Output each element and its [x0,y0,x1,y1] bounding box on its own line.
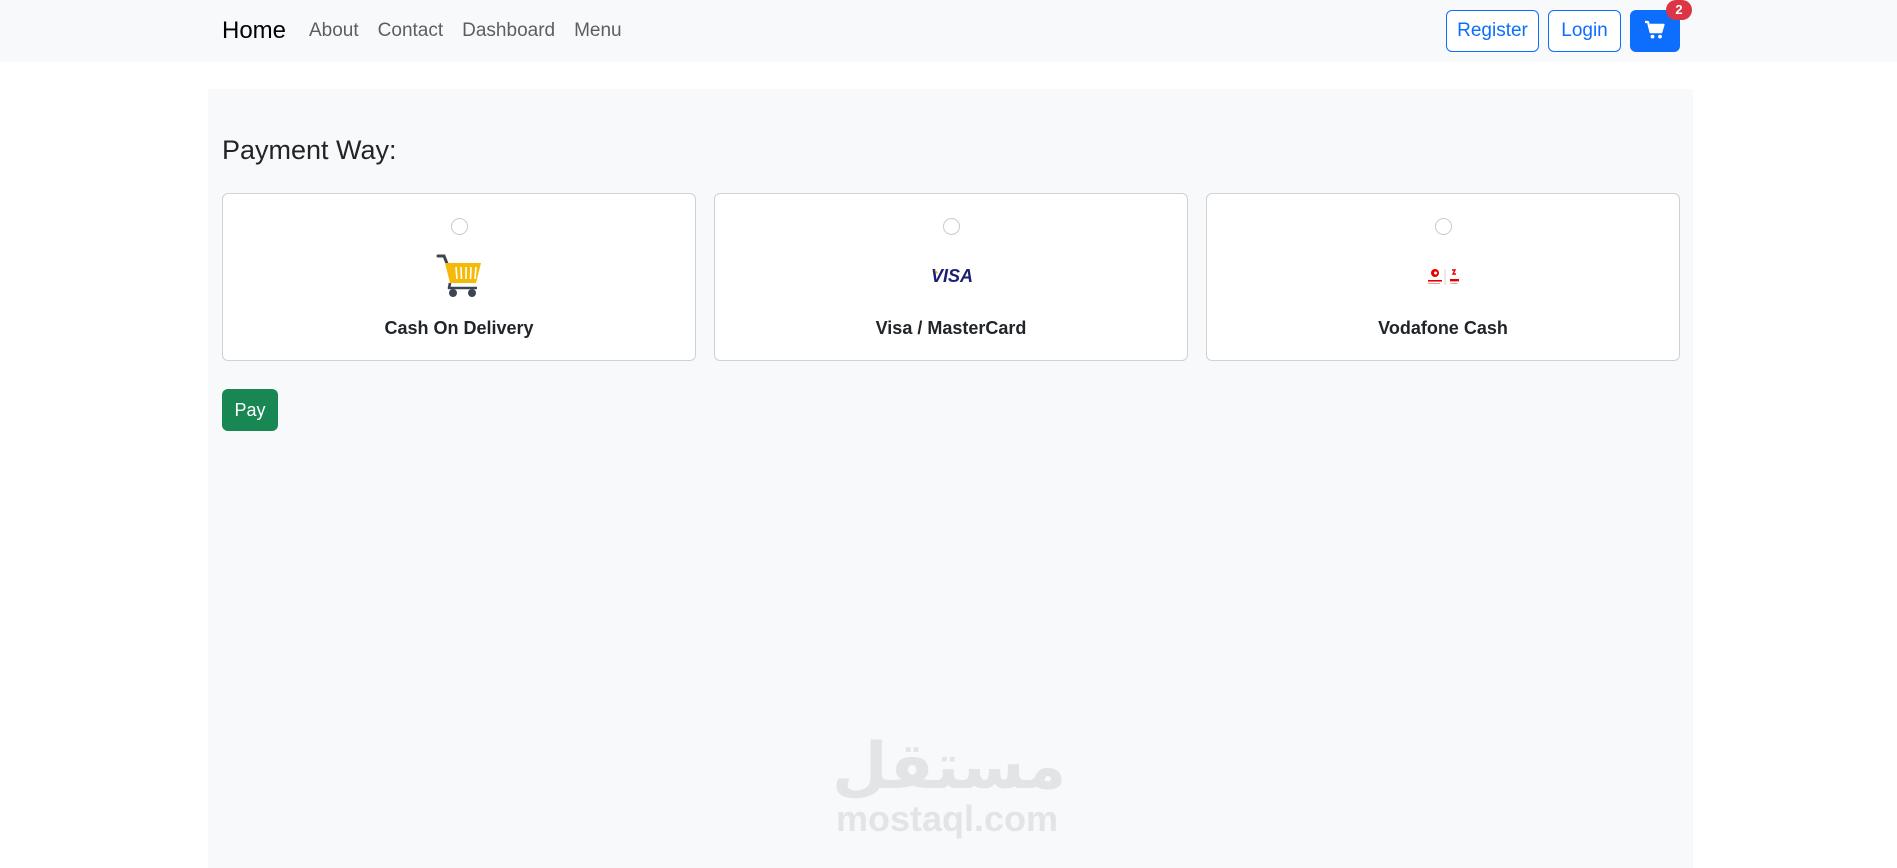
nav-link-about[interactable]: About [309,20,359,42]
payment-option-visa-mastercard[interactable]: VISA Visa / MasterCard [714,193,1188,361]
visa-mastercard-label: Visa / MasterCard [875,318,1027,338]
watermark-arabic-text: مستقل [832,730,1067,804]
mostaql-watermark: مستقل mostaql.com [832,730,1067,839]
vodafone-cash-radio[interactable] [1435,218,1452,235]
visa-mastercard-radio[interactable] [943,218,960,235]
cash-on-delivery-label: Cash On Delivery [384,318,534,338]
watermark-latin-text: mostaql.com [835,798,1059,839]
shopping-cart-icon [435,252,485,300]
visa-logo: VISA [927,252,977,300]
pay-button[interactable]: Pay [222,389,278,431]
nav-link-dashboard[interactable]: Dashboard [462,20,555,42]
page-title: Payment Way: [222,135,397,165]
cart-icon [1644,20,1666,43]
register-button[interactable]: Register [1446,10,1539,52]
nav-link-contact[interactable]: Contact [378,20,443,42]
vodafone-cash-logo [1419,252,1469,300]
nav-links: About Contact Dashboard Menu [309,20,641,42]
brand-home-link[interactable]: Home [222,17,286,45]
visa-logo-text: VISA [931,266,973,286]
vodafone-cash-label: Vodafone Cash [1378,318,1508,338]
top-navbar: Home About Contact Dashboard Menu Regist… [0,0,1897,62]
nav-link-menu[interactable]: Menu [574,20,622,42]
cart-count-badge: 2 [1666,0,1692,20]
login-button[interactable]: Login [1548,10,1621,52]
payment-option-vodafone-cash[interactable]: Vodafone Cash [1206,193,1680,361]
cash-on-delivery-radio[interactable] [451,218,468,235]
payment-option-cash-on-delivery[interactable]: Cash On Delivery [222,193,696,361]
